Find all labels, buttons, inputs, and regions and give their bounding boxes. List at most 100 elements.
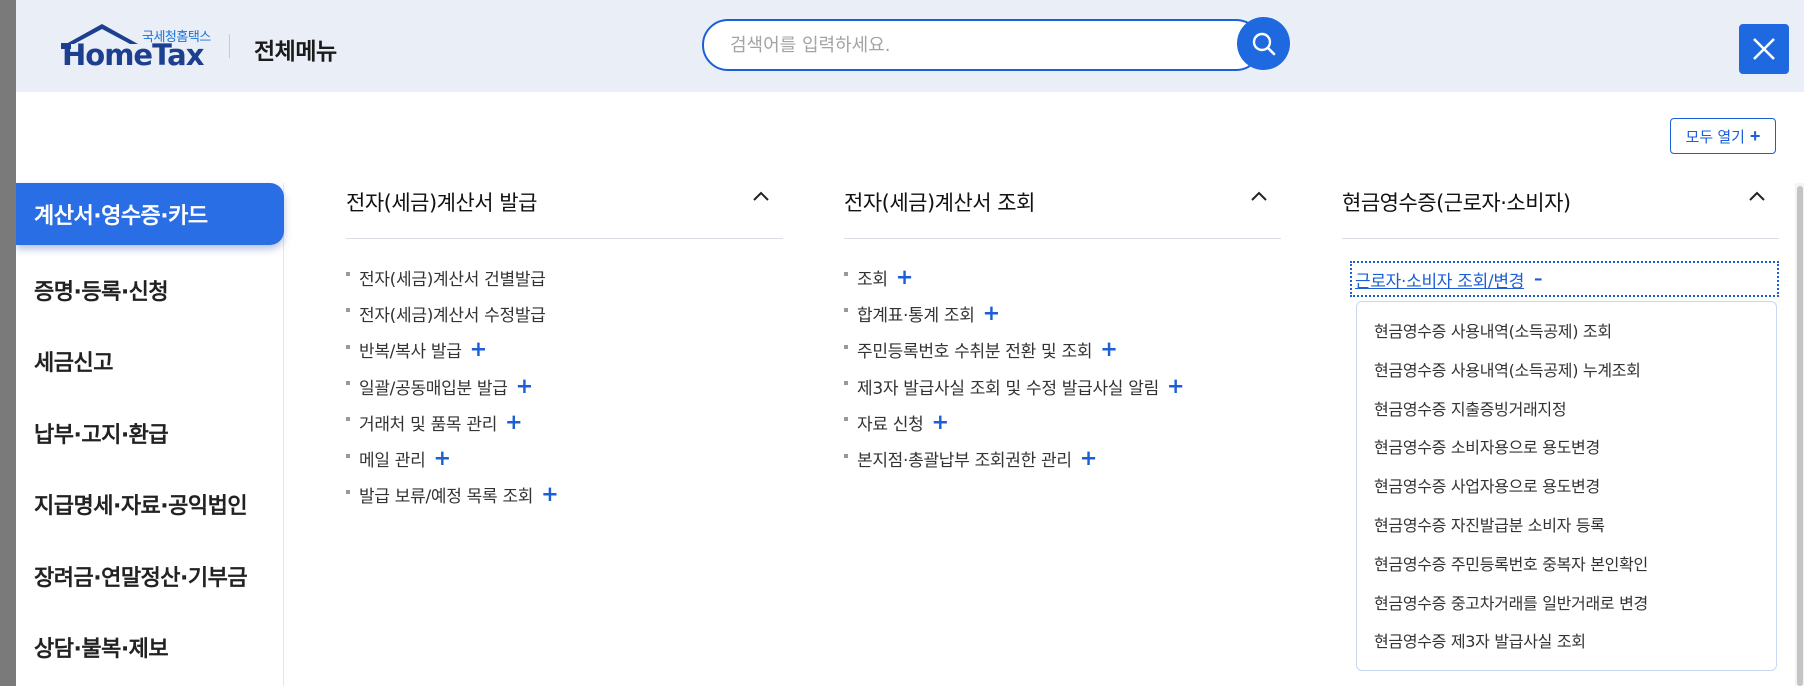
column-title: 전자(세금)계산서 발급 bbox=[346, 191, 537, 215]
menu-item-label: 본지점·총괄납부 조회권한 관리 bbox=[857, 451, 1072, 472]
expand-plus-icon[interactable]: + bbox=[1167, 375, 1185, 397]
bullet bbox=[346, 489, 350, 494]
menu-item-label: 발급 보류/예정 목록 조회 bbox=[359, 487, 534, 508]
expanded-menu-link[interactable]: 근로자·소비자 조회/변경 – bbox=[1350, 261, 1779, 297]
menu-column-cash-receipt: 현금영수증(근로자·소비자) 근로자·소비자 조회/변경 – 현금영수증 사용내… bbox=[1342, 183, 1779, 671]
submenu-item[interactable]: 현금영수증 제3자 발급사실 조회 bbox=[1374, 628, 1776, 667]
menu-item-label: 합계표·통계 조회 bbox=[857, 305, 975, 326]
menu-item-label: 조회 bbox=[857, 269, 888, 290]
submenu-item[interactable]: 현금영수증 소비자용으로 용도변경 bbox=[1374, 434, 1776, 473]
expand-plus-icon[interactable]: + bbox=[516, 375, 534, 397]
header-divider bbox=[229, 34, 230, 58]
list-item[interactable]: 제3자 발급사실 조회 및 수정 발급사실 알림 + bbox=[844, 368, 1281, 404]
bullet bbox=[844, 453, 848, 458]
column-title: 현금영수증(근로자·소비자) bbox=[1342, 191, 1571, 215]
submenu-item[interactable]: 현금영수증 중고차거래를 일반거래로 변경 bbox=[1374, 590, 1776, 629]
full-menu-modal: 국세청홈택스 HomeTax 전체메뉴 모두 열기 + 계산서·영수증·카드 증… bbox=[16, 0, 1804, 686]
bullet bbox=[346, 453, 350, 458]
search-input[interactable] bbox=[702, 19, 1262, 71]
bullet bbox=[346, 381, 350, 386]
expand-plus-icon[interactable]: + bbox=[505, 411, 523, 433]
list-item[interactable]: 거래처 및 품목 관리 + bbox=[346, 404, 783, 440]
bullet bbox=[346, 344, 350, 349]
submenu-item[interactable]: 현금영수증 자진발급분 소비자 등록 bbox=[1374, 512, 1776, 551]
list-item[interactable]: 자료 신청 + bbox=[844, 404, 1281, 440]
sidebar-item-consult-appeal[interactable]: 상담·불복·제보 bbox=[16, 612, 283, 684]
expand-plus-icon[interactable]: + bbox=[433, 448, 451, 469]
sidebar-item-payment-refund[interactable]: 납부·고지·환급 bbox=[16, 397, 283, 469]
expand-plus-icon[interactable]: + bbox=[931, 411, 949, 433]
menu-item-label: 주민등록번호 수취분 전환 및 조회 bbox=[857, 342, 1093, 363]
menu-item-label: 제3자 발급사실 조회 및 수정 발급사실 알림 bbox=[857, 378, 1159, 399]
search-icon bbox=[1252, 32, 1275, 55]
menu-item-label: 반복/복사 발급 bbox=[359, 342, 462, 363]
hometax-logo[interactable]: 국세청홈택스 HomeTax bbox=[52, 22, 222, 72]
page-title: 전체메뉴 bbox=[254, 39, 337, 65]
open-all-button[interactable]: 모두 열기 + bbox=[1670, 118, 1776, 154]
menu-list: 조회 + 합계표·통계 조회 + 주민등록번호 수취분 전환 및 조회 + 제3자 발… bbox=[844, 239, 1281, 477]
column-header[interactable]: 전자(세금)계산서 조회 bbox=[844, 183, 1281, 239]
bullet bbox=[844, 344, 848, 349]
menu-item-label: 자료 신청 bbox=[857, 414, 924, 435]
list-item[interactable]: 전자(세금)계산서 건별발급 bbox=[346, 259, 783, 295]
submenu-panel: 현금영수증 사용내역(소득공제) 조회 현금영수증 사용내역(소득공제) 누계조… bbox=[1356, 301, 1777, 671]
sidebar-item-incentive-yearend[interactable]: 장려금·연말정산·기부금 bbox=[16, 540, 283, 612]
list-item[interactable]: 일괄/공동매입분 발급 + bbox=[346, 368, 783, 404]
bullet bbox=[844, 417, 848, 422]
menu-column-e-invoice-inquiry: 전자(세금)계산서 조회 조회 + 합계표·통계 조회 + 주민등록번호 수취분 전… bbox=[844, 183, 1281, 477]
collapse-minus-icon[interactable]: – bbox=[1534, 269, 1543, 289]
list-item[interactable]: 본지점·총괄납부 조회권한 관리 + bbox=[844, 440, 1281, 476]
close-button[interactable] bbox=[1739, 24, 1789, 74]
search-bar bbox=[702, 19, 1272, 71]
chevron-up-icon[interactable] bbox=[1251, 191, 1267, 201]
bullet bbox=[844, 272, 848, 277]
submenu-item[interactable]: 현금영수증 사용내역(소득공제) 누계조회 bbox=[1374, 357, 1776, 396]
chevron-up-icon[interactable] bbox=[753, 191, 769, 201]
sidebar-item-invoice-receipt-card[interactable]: 계산서·영수증·카드 bbox=[16, 183, 284, 245]
chevron-up-icon[interactable] bbox=[1749, 191, 1765, 201]
list-item[interactable]: 전자(세금)계산서 수정발급 bbox=[346, 295, 783, 331]
bullet bbox=[844, 381, 848, 386]
menu-list: 전자(세금)계산서 건별발급 전자(세금)계산서 수정발급 반복/복사 발급 + … bbox=[346, 239, 783, 513]
list-item[interactable]: 메일 관리 + bbox=[346, 440, 783, 476]
list-item[interactable]: 조회 + bbox=[844, 259, 1281, 295]
modal-backdrop bbox=[0, 0, 16, 686]
logo-wordmark: HomeTax bbox=[62, 38, 204, 72]
menu-item-label: 거래처 및 품목 관리 bbox=[359, 414, 498, 435]
list-item[interactable]: 발급 보류/예정 목록 조회 + bbox=[346, 477, 783, 513]
expand-plus-icon[interactable]: + bbox=[1080, 448, 1098, 469]
list-item[interactable]: 주민등록번호 수취분 전환 및 조회 + bbox=[844, 332, 1281, 368]
submenu-item[interactable]: 현금영수증 지출증빙거래지정 bbox=[1374, 396, 1776, 435]
menu-column-e-invoice-issue: 전자(세금)계산서 발급 전자(세금)계산서 건별발급 전자(세금)계산서 수정… bbox=[346, 183, 783, 513]
menu-item-label: 전자(세금)계산서 건별발급 bbox=[359, 269, 546, 290]
list-item[interactable]: 합계표·통계 조회 + bbox=[844, 295, 1281, 331]
category-sidebar: 계산서·영수증·카드 증명·등록·신청 세금신고 납부·고지·환급 지급명세·자… bbox=[16, 183, 284, 686]
plus-icon: + bbox=[1749, 126, 1761, 146]
menu-item-label: 메일 관리 bbox=[359, 451, 426, 472]
expanded-menu-label: 근로자·소비자 조회/변경 bbox=[1355, 271, 1525, 292]
search-button[interactable] bbox=[1237, 17, 1290, 70]
open-all-label: 모두 열기 bbox=[1685, 128, 1745, 146]
column-title: 전자(세금)계산서 조회 bbox=[844, 191, 1035, 215]
expand-plus-icon[interactable]: + bbox=[1100, 339, 1118, 360]
expand-plus-icon[interactable]: + bbox=[983, 302, 1001, 324]
list-item[interactable]: 반복/복사 발급 + bbox=[346, 332, 783, 368]
expand-plus-icon[interactable]: + bbox=[470, 339, 488, 360]
submenu-item[interactable]: 현금영수증 주민등록번호 중복자 본인확인 bbox=[1374, 551, 1776, 590]
column-header[interactable]: 전자(세금)계산서 발급 bbox=[346, 183, 783, 239]
submenu-item[interactable]: 현금영수증 사업자용으로 용도변경 bbox=[1374, 473, 1776, 512]
menu-item-label: 일괄/공동매입분 발급 bbox=[359, 378, 508, 399]
expand-plus-icon[interactable]: + bbox=[541, 484, 559, 505]
close-icon bbox=[1753, 38, 1775, 60]
bullet bbox=[346, 272, 350, 277]
sidebar-item-certificate-registration[interactable]: 증명·등록·신청 bbox=[16, 254, 283, 326]
scrollbar-thumb[interactable] bbox=[1797, 186, 1803, 686]
sidebar-item-tax-filing[interactable]: 세금신고 bbox=[16, 326, 283, 398]
sidebar-item-payment-statement[interactable]: 지급명세·자료·공익법인 bbox=[16, 469, 283, 541]
column-header[interactable]: 현금영수증(근로자·소비자) bbox=[1342, 183, 1779, 239]
bullet bbox=[844, 308, 848, 313]
expand-plus-icon[interactable]: + bbox=[896, 266, 914, 288]
menu-item-label: 전자(세금)계산서 수정발급 bbox=[359, 305, 546, 326]
modal-header: 국세청홈택스 HomeTax 전체메뉴 bbox=[16, 0, 1804, 92]
submenu-item[interactable]: 현금영수증 사용내역(소득공제) 조회 bbox=[1374, 318, 1776, 357]
